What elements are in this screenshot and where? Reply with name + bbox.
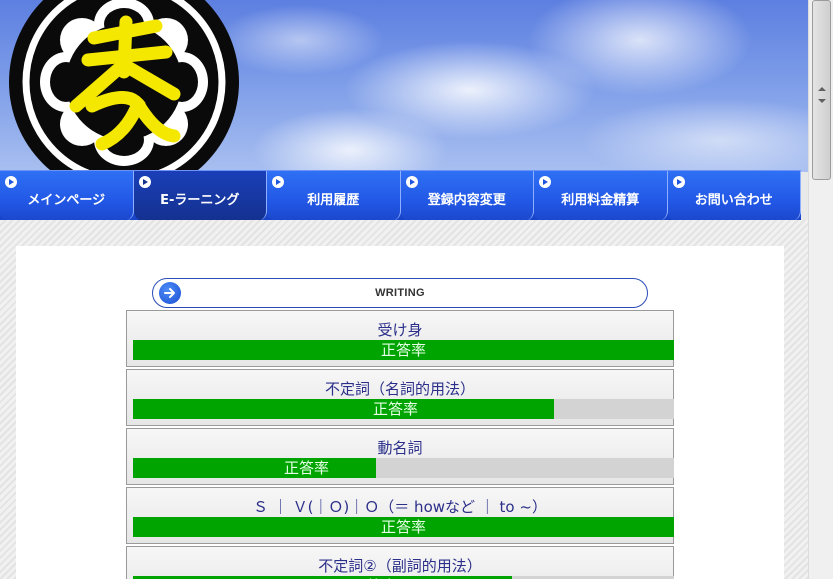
nav-item-e-learning[interactable]: E-ラーニング bbox=[133, 171, 267, 221]
scroll-down-icon[interactable] bbox=[813, 92, 830, 109]
nav-item-edit-registration[interactable]: 登録内容変更 bbox=[400, 171, 534, 221]
main-nav: メインページ E-ラーニング 利用履歴 登録内容変更 利用料金精算 お問い合わせ bbox=[0, 170, 801, 221]
topic-label: 不定詞（名詞的用法） bbox=[324, 380, 475, 398]
progress-fill: 正答率 bbox=[133, 340, 674, 360]
arrow-right-icon bbox=[539, 176, 551, 188]
topic-list: 受け身 正答率 不定詞（名詞的用法） 正答率 動名詞 正答率 Ｓ ｜ Ｖ(｜Ｏ)… bbox=[126, 310, 674, 579]
arrow-right-icon bbox=[272, 176, 284, 188]
nav-item-label: メインページ bbox=[27, 192, 106, 208]
topic-label: 不定詞②（副詞的用法） bbox=[318, 557, 482, 575]
progress-label: 正答率 bbox=[372, 400, 418, 418]
progress-fill: 正答率 bbox=[133, 458, 376, 478]
nav-item-billing[interactable]: 利用料金精算 bbox=[534, 171, 668, 221]
nav-item-label: お問い合わせ bbox=[694, 192, 773, 208]
section-header: WRITING bbox=[152, 278, 648, 308]
nav-item-usage-history[interactable]: 利用履歴 bbox=[267, 171, 401, 221]
progress-fill: 正答率 bbox=[133, 517, 674, 537]
progress-bar: 正答率 bbox=[133, 340, 674, 360]
nav-item-label: 利用料金精算 bbox=[561, 192, 640, 208]
arrow-right-icon bbox=[405, 176, 418, 188]
topic-label: Ｓ ｜ Ｖ(｜Ｏ)｜Ｏ（＝ howなど ｜ to ~） bbox=[253, 498, 547, 516]
arrow-down-right-icon bbox=[138, 176, 151, 188]
topic-label: 受け身 bbox=[377, 321, 423, 339]
topic-item[interactable]: 動名詞 正答率 bbox=[126, 428, 674, 485]
progress-label: 正答率 bbox=[380, 518, 426, 536]
progress-bar: 正答率 bbox=[133, 399, 674, 419]
arrow-right-icon bbox=[672, 176, 685, 188]
arrow-right-icon bbox=[5, 176, 17, 188]
nav-item-main-page[interactable]: メインページ bbox=[0, 171, 134, 221]
topic-label: 動名詞 bbox=[377, 439, 423, 457]
header-banner bbox=[0, 0, 808, 172]
topic-item[interactable]: Ｓ ｜ Ｖ(｜Ｏ)｜Ｏ（＝ howなど ｜ to ~） 正答率 bbox=[126, 487, 674, 544]
arrow-right-circle-icon bbox=[159, 282, 181, 304]
progress-fill: 正答率 bbox=[133, 399, 554, 419]
progress-label: 正答率 bbox=[380, 341, 426, 359]
nav-item-contact[interactable]: お問い合わせ bbox=[667, 171, 801, 221]
vertical-scrollbar[interactable] bbox=[808, 0, 833, 579]
topic-item[interactable]: 不定詞（名詞的用法） 正答率 bbox=[126, 369, 674, 426]
topic-item[interactable]: 不定詞②（副詞的用法） 正答率 bbox=[126, 546, 674, 579]
topic-item[interactable]: 受け身 正答率 bbox=[126, 310, 674, 367]
progress-bar: 正答率 bbox=[133, 517, 674, 537]
nav-item-label: E-ラーニング bbox=[160, 192, 240, 208]
family-crest-logo[interactable] bbox=[6, 0, 242, 170]
nav-item-label: 登録内容変更 bbox=[427, 192, 506, 208]
nav-item-label: 利用履歴 bbox=[307, 192, 360, 208]
progress-bar: 正答率 bbox=[133, 458, 674, 478]
section-title: WRITING bbox=[375, 287, 425, 299]
progress-label: 正答率 bbox=[283, 459, 329, 477]
